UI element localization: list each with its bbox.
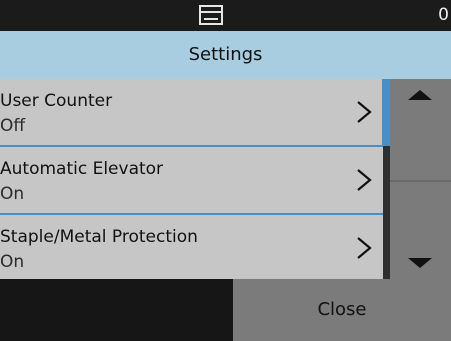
chevron-right-icon bbox=[357, 237, 372, 259]
chevron-right-icon bbox=[357, 101, 372, 123]
status-bar: 0 bbox=[0, 0, 451, 31]
setting-value: On bbox=[0, 252, 25, 272]
page-title: Settings bbox=[0, 31, 451, 79]
setting-item-user-counter[interactable]: User Counter Off bbox=[0, 79, 383, 145]
triangle-up-icon bbox=[408, 90, 432, 100]
setting-item-automatic-elevator[interactable]: Automatic Elevator On bbox=[0, 147, 383, 213]
scroll-up-button[interactable] bbox=[390, 79, 451, 179]
setting-item-staple-metal-protection[interactable]: Staple/Metal Protection On bbox=[0, 215, 383, 281]
setting-label: Automatic Elevator bbox=[0, 159, 164, 179]
output-tray-icon bbox=[199, 5, 223, 25]
setting-label: User Counter bbox=[0, 91, 113, 111]
setting-value: On bbox=[0, 184, 25, 204]
settings-list: User Counter Off Automatic Elevator On S… bbox=[0, 79, 383, 281]
close-button[interactable]: Close bbox=[233, 279, 451, 341]
chevron-right-icon bbox=[357, 169, 372, 191]
page-counter: 0 bbox=[438, 5, 449, 25]
scroll-position-indicator[interactable] bbox=[382, 79, 390, 146]
setting-label: Staple/Metal Protection bbox=[0, 227, 198, 247]
scroll-down-button[interactable] bbox=[390, 181, 451, 281]
setting-value: Off bbox=[0, 116, 26, 136]
triangle-down-icon bbox=[408, 258, 432, 268]
